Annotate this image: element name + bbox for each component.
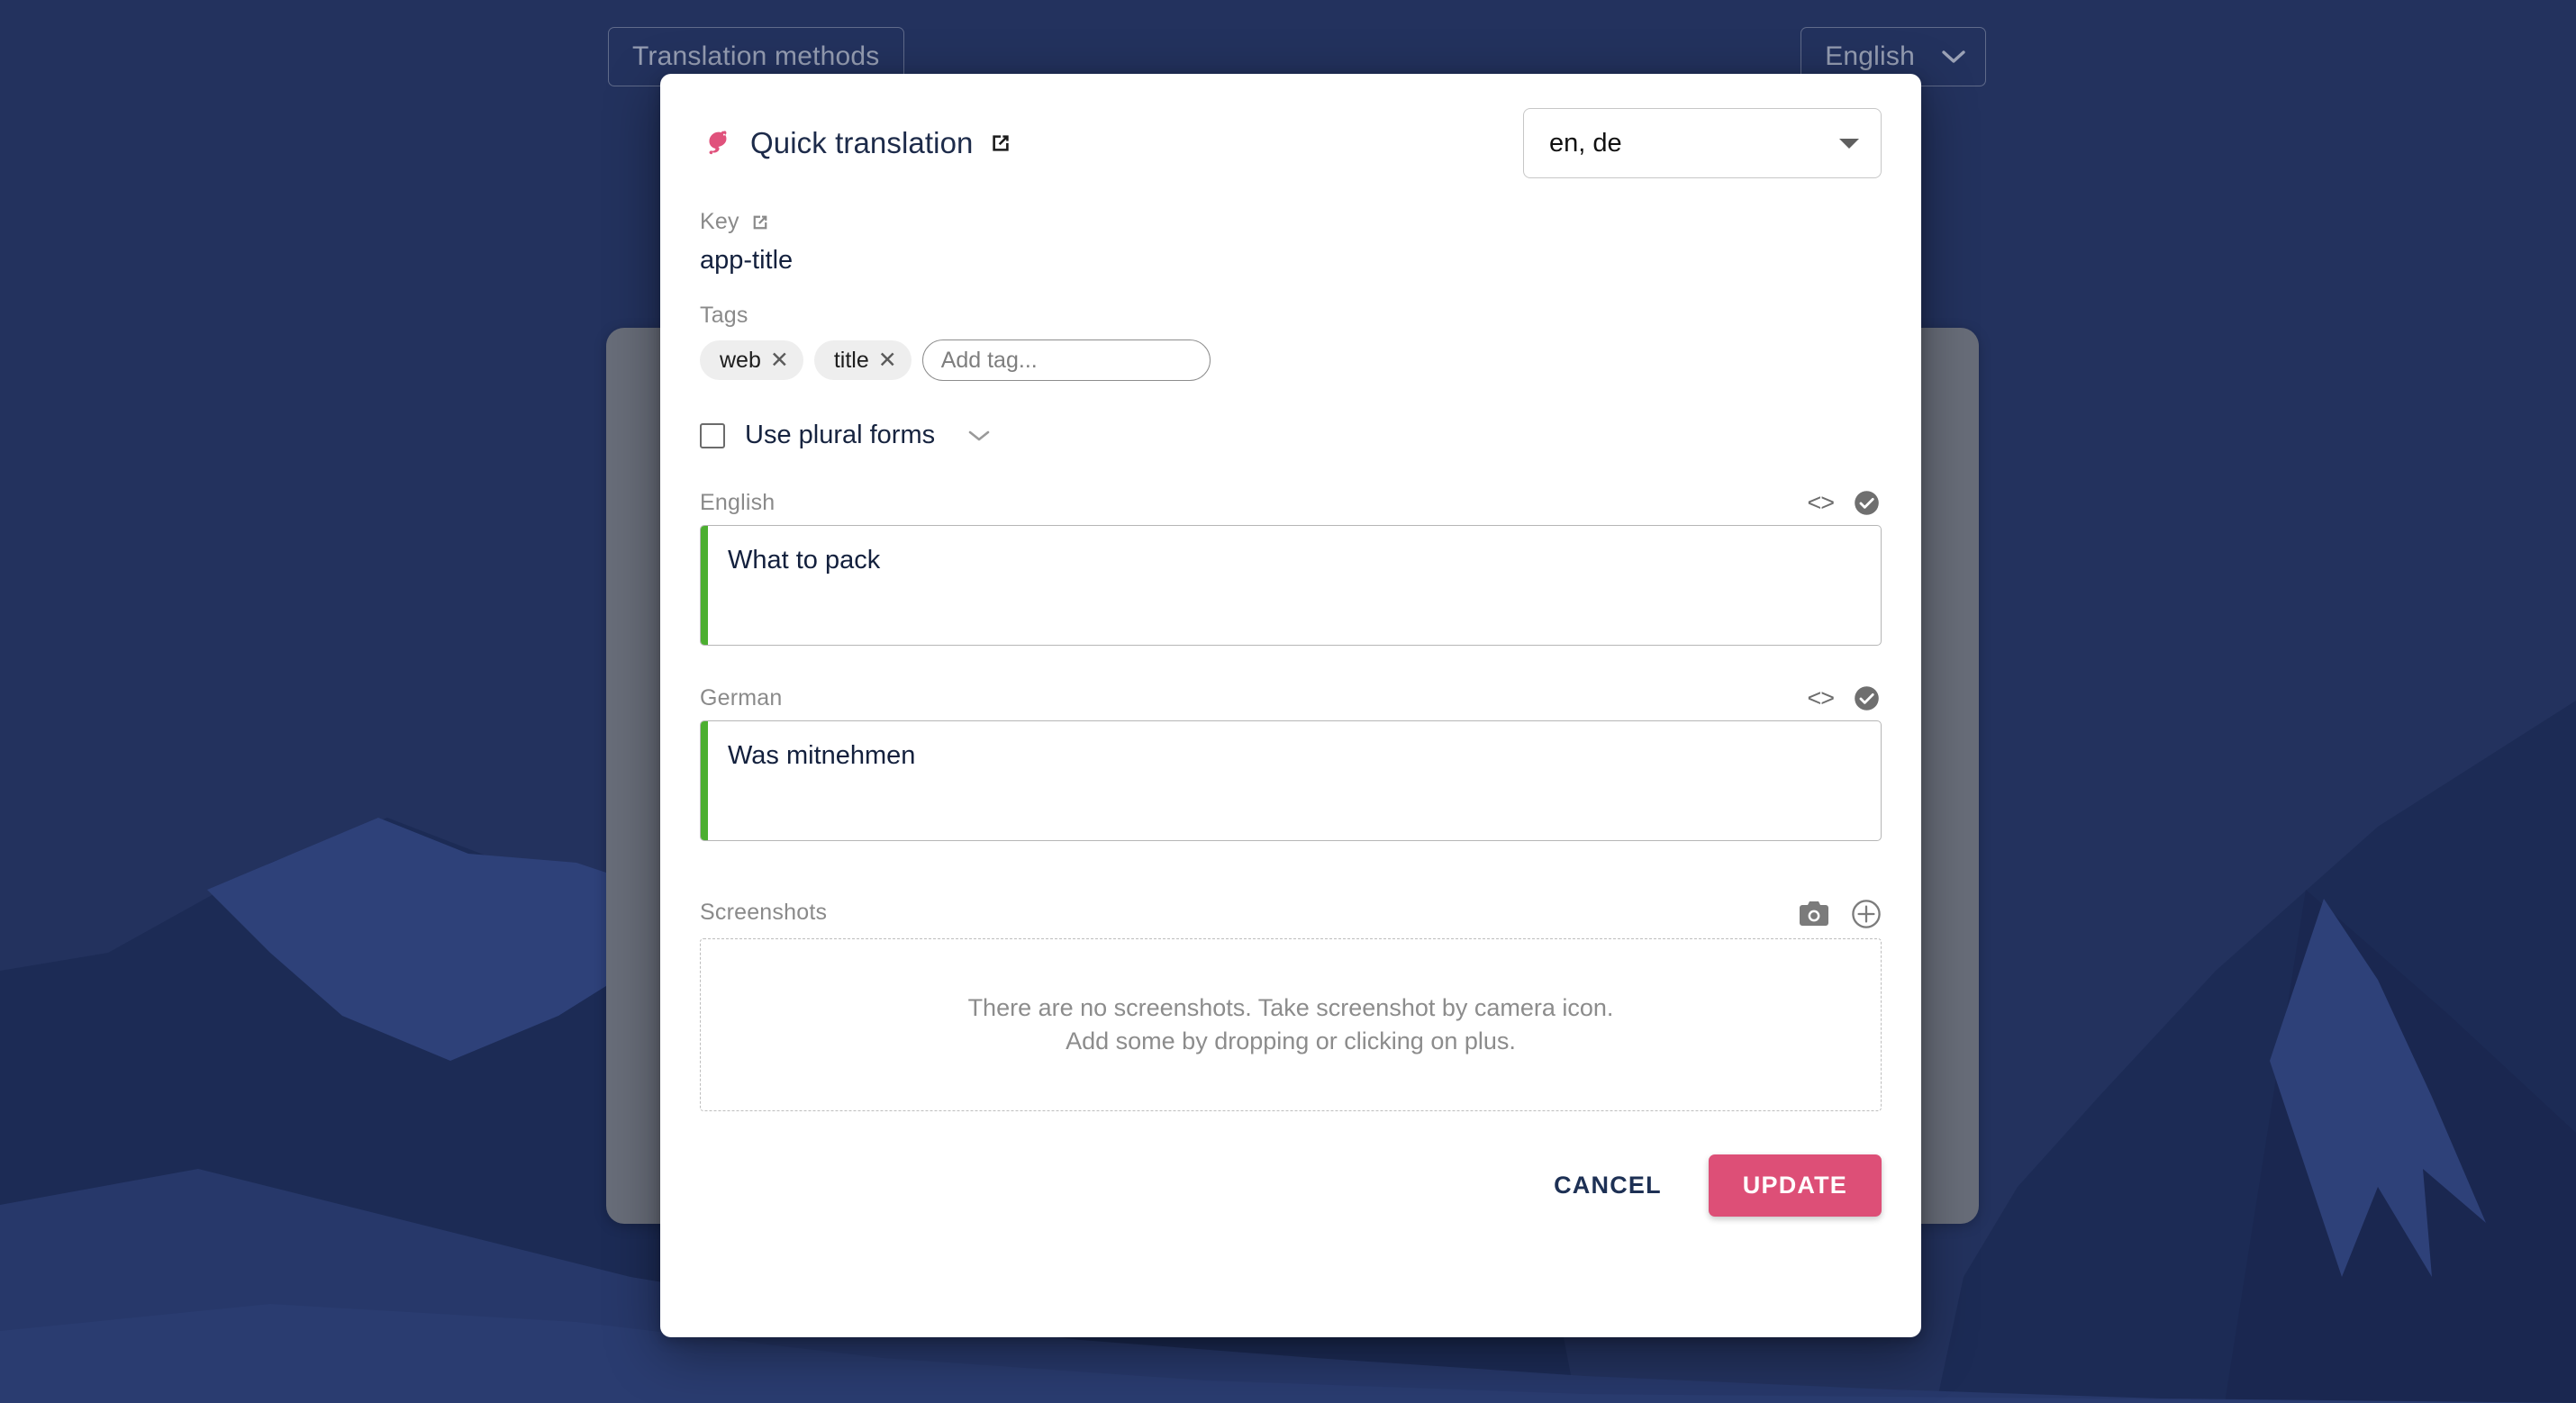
tags-label: Tags: [700, 303, 748, 328]
plus-circle-icon[interactable]: [1851, 899, 1882, 929]
dialog-title-group: Quick translation: [700, 126, 1012, 160]
chevron-down-icon: [1942, 50, 1965, 64]
translation-block-german: German <> Was mitnehmen: [700, 685, 1882, 841]
screenshots-label: Screenshots: [700, 900, 828, 925]
key-label-row: Key: [700, 209, 1882, 235]
chevron-down-icon[interactable]: [967, 429, 991, 443]
tags-block: Tags web ✕ title ✕: [700, 303, 1882, 381]
tag-chip[interactable]: web ✕: [700, 340, 803, 380]
screenshots-actions: [1799, 899, 1882, 929]
screenshots-empty-line-2: Add some by dropping or clicking on plus…: [1066, 1027, 1516, 1055]
translation-state-bar: [701, 526, 708, 645]
tag-chip[interactable]: title ✕: [813, 340, 912, 380]
tolgee-mouse-logo-icon: [709, 130, 727, 155]
screenshots-block: Screenshots There are no screenshots. Ta…: [700, 884, 1882, 1111]
code-brackets-icon[interactable]: <>: [1807, 686, 1835, 711]
camera-icon[interactable]: [1799, 901, 1829, 928]
translation-header: German <>: [700, 685, 1882, 711]
external-link-icon[interactable]: [989, 131, 1012, 155]
plural-forms-row: Use plural forms: [700, 421, 1882, 450]
tags-row: web ✕ title ✕: [700, 339, 1882, 381]
quick-translation-dialog: Quick translation en, de Key app-title T…: [660, 74, 1921, 1337]
dialog-header: Quick translation en, de: [700, 74, 1882, 178]
use-plural-forms-checkbox[interactable]: [700, 422, 725, 448]
close-icon[interactable]: ✕: [770, 348, 789, 372]
translation-state-bar: [701, 721, 708, 840]
language-scope-select[interactable]: en, de: [1523, 108, 1882, 178]
translation-header: English <>: [700, 490, 1882, 516]
language-scope-value: en, de: [1549, 128, 1622, 158]
add-tag-input[interactable]: [921, 339, 1211, 381]
check-circle-icon[interactable]: [1854, 685, 1880, 711]
key-label: Key: [700, 209, 739, 234]
translation-block-english: English <> What to pack: [700, 490, 1882, 646]
translation-input-english[interactable]: What to pack: [700, 525, 1882, 646]
screenshots-dropzone[interactable]: There are no screenshots. Take screensho…: [700, 938, 1882, 1111]
translation-header-icons: <>: [1807, 490, 1880, 516]
key-value: app-title: [700, 246, 794, 275]
use-plural-forms-label: Use plural forms: [745, 421, 936, 449]
translation-language-label: English: [700, 490, 776, 515]
key-block: Key app-title: [700, 209, 1882, 276]
screenshots-header: Screenshots: [700, 884, 1882, 929]
translation-language-label: German: [700, 685, 783, 711]
dialog-footer: CANCEL UPDATE: [700, 1154, 1882, 1217]
cancel-button[interactable]: CANCEL: [1530, 1155, 1685, 1216]
translation-value[interactable]: What to pack: [708, 526, 1881, 645]
external-link-icon[interactable]: [750, 213, 770, 232]
close-icon[interactable]: ✕: [878, 348, 897, 372]
screenshots-empty-line-1: There are no screenshots. Take screensho…: [967, 994, 1614, 1021]
page-title: Quick translation: [750, 126, 974, 159]
code-brackets-icon[interactable]: <>: [1807, 491, 1835, 515]
translation-header-icons: <>: [1807, 685, 1880, 711]
update-button[interactable]: UPDATE: [1708, 1154, 1882, 1217]
check-circle-icon[interactable]: [1854, 490, 1880, 516]
language-selector-label: English: [1825, 41, 1915, 71]
translation-value[interactable]: Was mitnehmen: [708, 721, 1881, 840]
tag-label: title: [833, 347, 869, 373]
tag-label: web: [720, 347, 761, 373]
triangle-down-icon: [1839, 138, 1859, 149]
translation-methods-label: Translation methods: [632, 41, 880, 71]
translation-input-german[interactable]: Was mitnehmen: [700, 720, 1882, 841]
